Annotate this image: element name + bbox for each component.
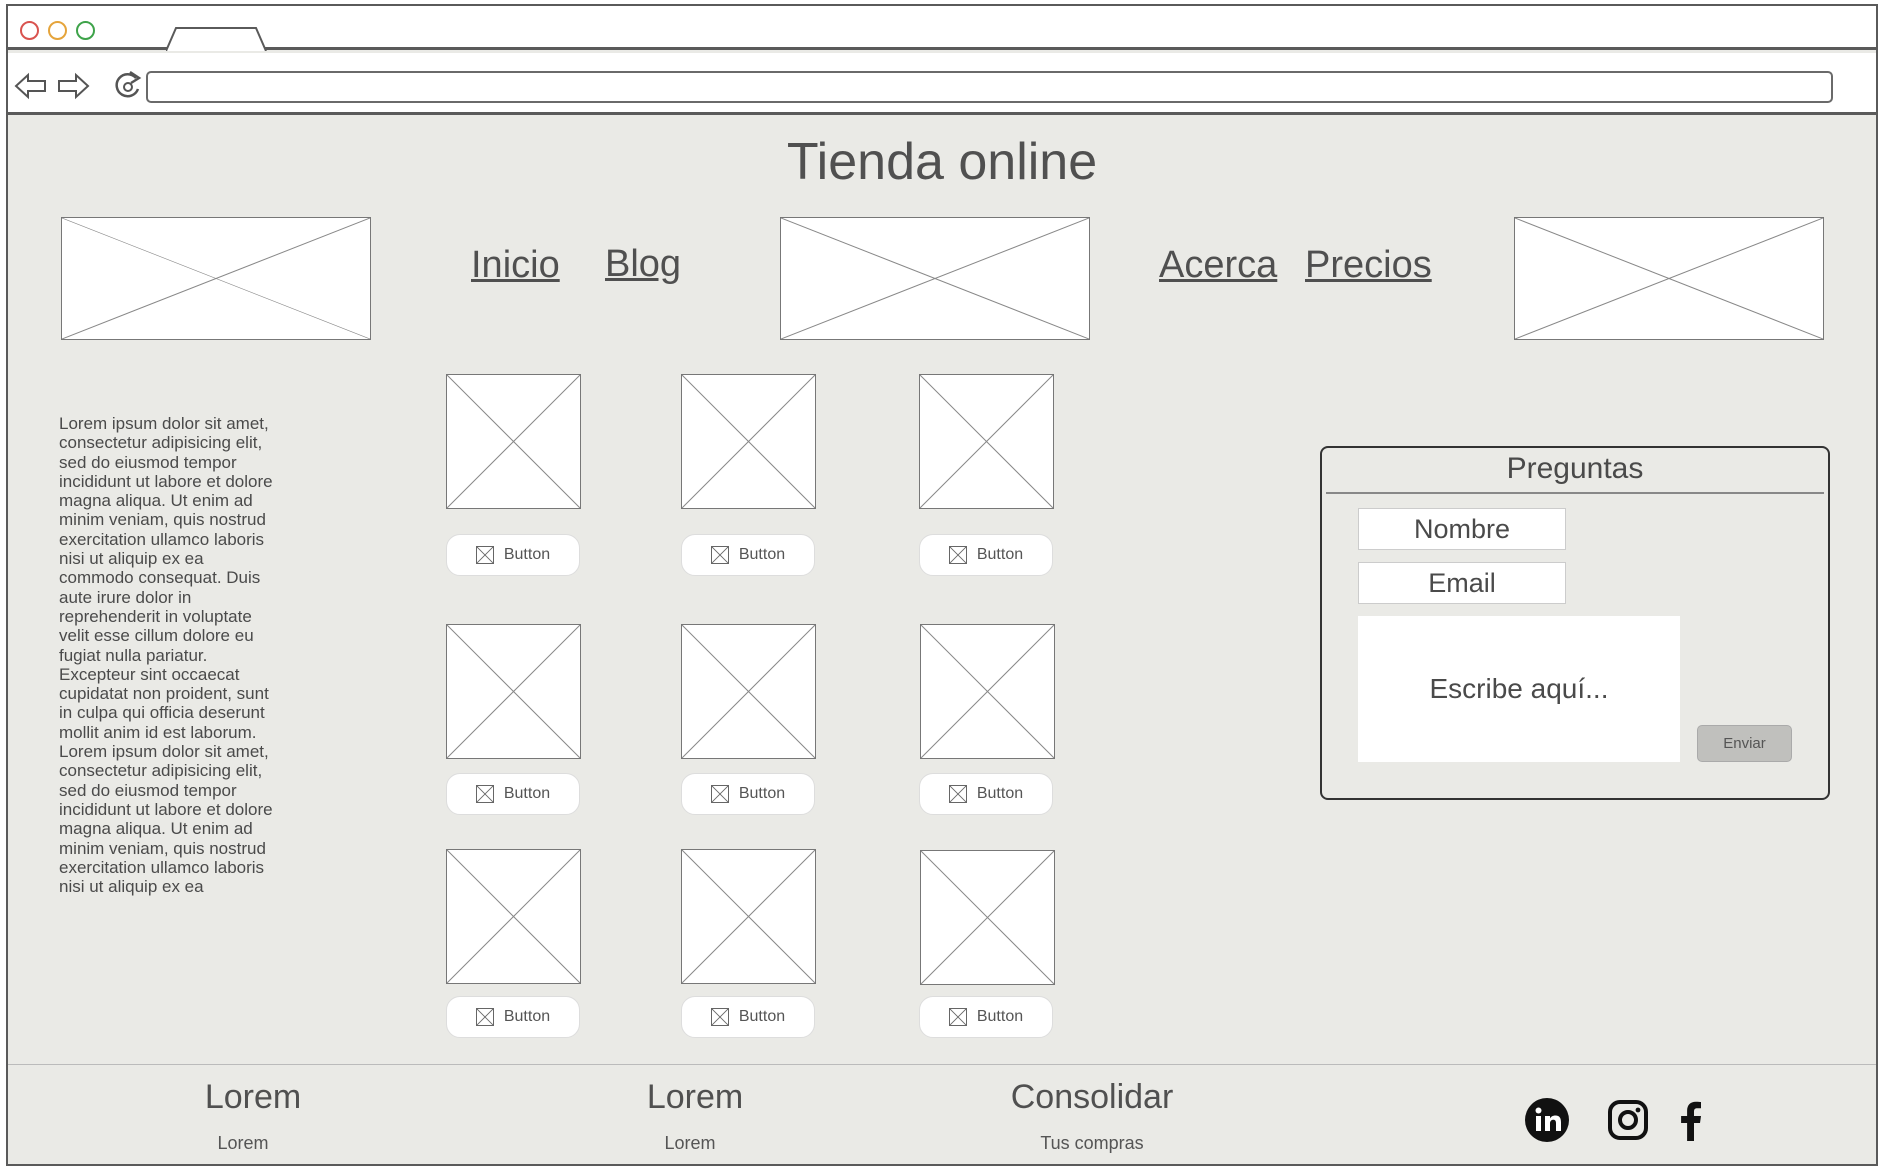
product-button[interactable]: Button <box>919 996 1053 1038</box>
send-button[interactable]: Enviar <box>1697 725 1792 762</box>
facebook-icon[interactable] <box>1668 1097 1714 1143</box>
banner-image-right <box>1514 217 1824 340</box>
back-arrow-icon[interactable] <box>14 71 48 101</box>
page-content: Tienda online Inicio Blog Acerca Precios… <box>8 116 1876 1064</box>
email-field[interactable]: Email <box>1358 562 1566 604</box>
browser-tab[interactable] <box>166 26 271 51</box>
footer-heading: Lorem <box>204 1078 302 1116</box>
footer-heading: Consolidar <box>1010 1078 1174 1116</box>
footer-link[interactable]: Lorem <box>188 1133 298 1154</box>
product-image[interactable] <box>919 374 1054 509</box>
close-dot[interactable] <box>20 21 39 40</box>
forward-arrow-icon[interactable] <box>56 71 90 101</box>
image-placeholder-icon <box>475 546 494 564</box>
name-field[interactable]: Nombre <box>1358 508 1566 550</box>
image-placeholder-icon <box>710 546 729 564</box>
product-image[interactable] <box>446 374 581 509</box>
product-button[interactable]: Button <box>446 773 580 815</box>
product-button[interactable]: Button <box>446 996 580 1038</box>
product-image[interactable] <box>681 624 816 759</box>
product-button[interactable]: Button <box>681 996 815 1038</box>
image-placeholder-icon <box>475 1008 494 1026</box>
product-button-label: Button <box>976 1008 1024 1025</box>
minimize-dot[interactable] <box>48 21 67 40</box>
url-input[interactable] <box>146 71 1833 103</box>
product-image[interactable] <box>920 850 1055 985</box>
banner-image-left <box>61 217 371 340</box>
product-button-label: Button <box>738 546 786 563</box>
product-button[interactable]: Button <box>919 773 1053 815</box>
product-button-label: Button <box>738 785 786 802</box>
title-bar <box>8 6 1876 51</box>
product-image[interactable] <box>681 374 816 509</box>
product-image[interactable] <box>446 624 581 759</box>
image-placeholder-icon <box>948 1008 967 1026</box>
image-placeholder-icon <box>948 546 967 564</box>
image-placeholder-icon <box>710 785 729 803</box>
nav-link-inicio[interactable]: Inicio <box>471 244 560 287</box>
message-textarea[interactable]: Escribe aquí... <box>1358 616 1680 762</box>
footer-heading: Lorem <box>646 1078 744 1116</box>
product-button[interactable]: Button <box>919 534 1053 576</box>
image-placeholder-icon <box>710 1008 729 1026</box>
product-button[interactable]: Button <box>681 534 815 576</box>
product-image[interactable] <box>681 849 816 984</box>
linkedin-icon[interactable] <box>1524 1097 1570 1143</box>
image-placeholder-icon <box>475 785 494 803</box>
browser-window: Tienda online Inicio Blog Acerca Precios… <box>6 4 1878 1166</box>
contact-form-panel: Preguntas Nombre Email Escribe aquí... E… <box>1320 446 1830 800</box>
product-button-label: Button <box>503 785 551 802</box>
sidebar-text: Lorem ipsum dolor sit amet, consectetur … <box>59 414 273 897</box>
product-button-label: Button <box>976 546 1024 563</box>
instagram-icon[interactable] <box>1605 1097 1651 1143</box>
product-image[interactable] <box>920 624 1055 759</box>
banner-image-center <box>780 217 1090 340</box>
product-button[interactable]: Button <box>681 773 815 815</box>
form-title: Preguntas <box>1506 452 1644 485</box>
footer-link[interactable]: Tus compras <box>992 1133 1192 1154</box>
product-button-label: Button <box>976 785 1024 802</box>
product-button[interactable]: Button <box>446 534 580 576</box>
nav-link-blog[interactable]: Blog <box>605 243 681 286</box>
footer-link[interactable]: Lorem <box>630 1133 750 1154</box>
page-title: Tienda online <box>786 133 1098 191</box>
address-bar <box>8 53 1876 115</box>
product-image[interactable] <box>446 849 581 984</box>
reload-icon[interactable] <box>112 69 144 103</box>
image-placeholder-icon <box>948 785 967 803</box>
footer: Lorem Lorem Lorem Lorem Consolidar Tus c… <box>8 1064 1876 1164</box>
nav-link-acerca[interactable]: Acerca <box>1159 244 1277 287</box>
form-divider <box>1326 492 1824 494</box>
product-button-label: Button <box>503 1008 551 1025</box>
product-button-label: Button <box>738 1008 786 1025</box>
nav-link-precios[interactable]: Precios <box>1305 244 1432 287</box>
maximize-dot[interactable] <box>76 21 95 40</box>
product-button-label: Button <box>503 546 551 563</box>
